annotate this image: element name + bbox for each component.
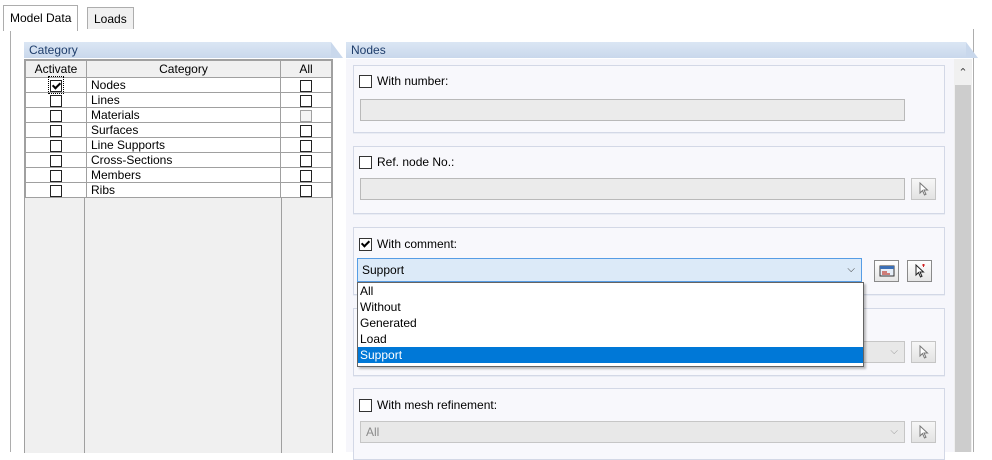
chevron-down-icon[interactable]: ⌵	[847, 259, 855, 281]
category-name: Nodes	[86, 77, 281, 93]
pick-cursor-icon	[919, 345, 929, 359]
activate-checkbox[interactable]	[50, 169, 62, 182]
with-number-label: With number:	[377, 74, 449, 88]
with-comment-checkbox[interactable]: With comment:	[359, 237, 457, 251]
dropdown-option-generated[interactable]: Generated	[358, 315, 863, 331]
scroll-up-arrow-icon[interactable]: ⌃	[954, 59, 972, 85]
with-number-checkbox[interactable]: With number:	[359, 74, 448, 88]
nodes-filter-area: With number: Ref. node No.: With comment…	[346, 59, 956, 460]
category-table: Activate Category All Nodes Lines Materi…	[24, 59, 333, 453]
table-row[interactable]: Materials	[25, 107, 332, 123]
all-checkbox[interactable]	[300, 184, 312, 197]
nodes-panel-header: Nodes	[346, 42, 978, 58]
dropdown-option-load[interactable]: Load	[358, 331, 863, 347]
pick-node-button	[911, 178, 936, 200]
tab-model-data[interactable]: Model Data	[3, 5, 79, 31]
tab-loads[interactable]: Loads	[87, 7, 134, 30]
chevron-down-icon: ⌵	[890, 346, 898, 357]
table-row[interactable]: Members	[25, 167, 332, 183]
mesh-refinement-label: With mesh refinement:	[377, 398, 498, 412]
mesh-refinement-group: With mesh refinement: All ⌵	[353, 388, 945, 460]
comment-library-button[interactable]	[874, 260, 899, 282]
category-name: Lines	[86, 92, 281, 108]
all-checkbox[interactable]	[300, 154, 312, 167]
pick-cursor-icon	[915, 264, 925, 278]
ref-node-label: Ref. node No.:	[377, 155, 455, 169]
category-name: Members	[86, 167, 281, 183]
mesh-refinement-value: All	[366, 425, 380, 439]
pick-button	[911, 341, 936, 363]
with-comment-label: With comment:	[377, 237, 458, 251]
column-header-all[interactable]: All	[280, 60, 332, 78]
ref-node-checkbox[interactable]: Ref. node No.:	[359, 155, 454, 169]
category-name: Materials	[86, 107, 281, 123]
category-name: Cross-Sections	[86, 152, 281, 168]
checkbox-box[interactable]	[359, 155, 372, 169]
focus-indicator	[48, 76, 64, 94]
mesh-refinement-combo: All ⌵	[360, 421, 905, 443]
activate-checkbox[interactable]	[50, 139, 62, 152]
table-row[interactable]: Surfaces	[25, 122, 332, 138]
table-row[interactable]: Lines	[25, 92, 332, 108]
dropdown-option-without[interactable]: Without	[358, 299, 863, 315]
nodes-panel-title: Nodes	[351, 43, 386, 57]
checkbox-box[interactable]	[359, 74, 372, 88]
activate-checkbox[interactable]	[50, 94, 62, 107]
ref-node-group: Ref. node No.:	[353, 146, 945, 214]
scroll-thumb[interactable]	[955, 85, 971, 452]
pick-cursor-icon	[919, 425, 929, 439]
activate-checkbox[interactable]	[50, 154, 62, 167]
dropdown-option-support[interactable]: Support	[358, 347, 863, 363]
all-checkbox[interactable]	[300, 79, 312, 92]
table-row[interactable]: Ribs	[25, 182, 332, 198]
with-number-group: With number:	[353, 65, 945, 133]
checkbox-box[interactable]	[359, 237, 372, 251]
comment-combo-value: Support	[362, 263, 405, 277]
all-checkbox[interactable]	[300, 94, 312, 107]
comment-combo[interactable]: Support ⌵	[357, 258, 862, 282]
category-panel-title: Category	[29, 43, 78, 57]
activate-checkbox[interactable]	[50, 79, 62, 92]
vertical-scrollbar[interactable]: ⌃	[954, 59, 972, 452]
dropdown-option-all[interactable]: All	[358, 283, 863, 299]
activate-checkbox[interactable]	[50, 109, 62, 122]
category-panel-header: Category	[24, 42, 343, 58]
chevron-down-icon: ⌵	[890, 426, 898, 437]
column-header-category[interactable]: Category	[86, 60, 281, 78]
comment-library-icon	[879, 265, 894, 277]
mesh-refinement-checkbox[interactable]: With mesh refinement:	[359, 398, 497, 412]
all-checkbox[interactable]	[300, 124, 312, 137]
ref-node-input	[360, 178, 905, 200]
column-header-activate[interactable]: Activate	[25, 60, 87, 78]
all-checkbox[interactable]	[300, 169, 312, 182]
table-header-row: Activate Category All	[25, 60, 332, 78]
checkbox-box[interactable]	[359, 398, 372, 412]
all-checkbox[interactable]	[300, 139, 312, 152]
pick-comment-button[interactable]	[907, 260, 932, 282]
category-name: Line Supports	[86, 137, 281, 153]
table-row[interactable]: Nodes	[25, 76, 332, 94]
pick-mesh-button	[911, 421, 936, 443]
category-name: Surfaces	[86, 122, 281, 138]
category-name: Ribs	[86, 182, 281, 198]
activate-checkbox[interactable]	[50, 124, 62, 137]
table-row[interactable]: Cross-Sections	[25, 152, 332, 168]
activate-checkbox[interactable]	[50, 184, 62, 197]
comment-dropdown-list: All Without Generated Load Support	[357, 282, 864, 367]
pick-cursor-icon	[919, 182, 929, 196]
with-number-input	[360, 99, 905, 121]
all-checkbox-disabled	[300, 109, 312, 122]
table-row[interactable]: Line Supports	[25, 137, 332, 153]
